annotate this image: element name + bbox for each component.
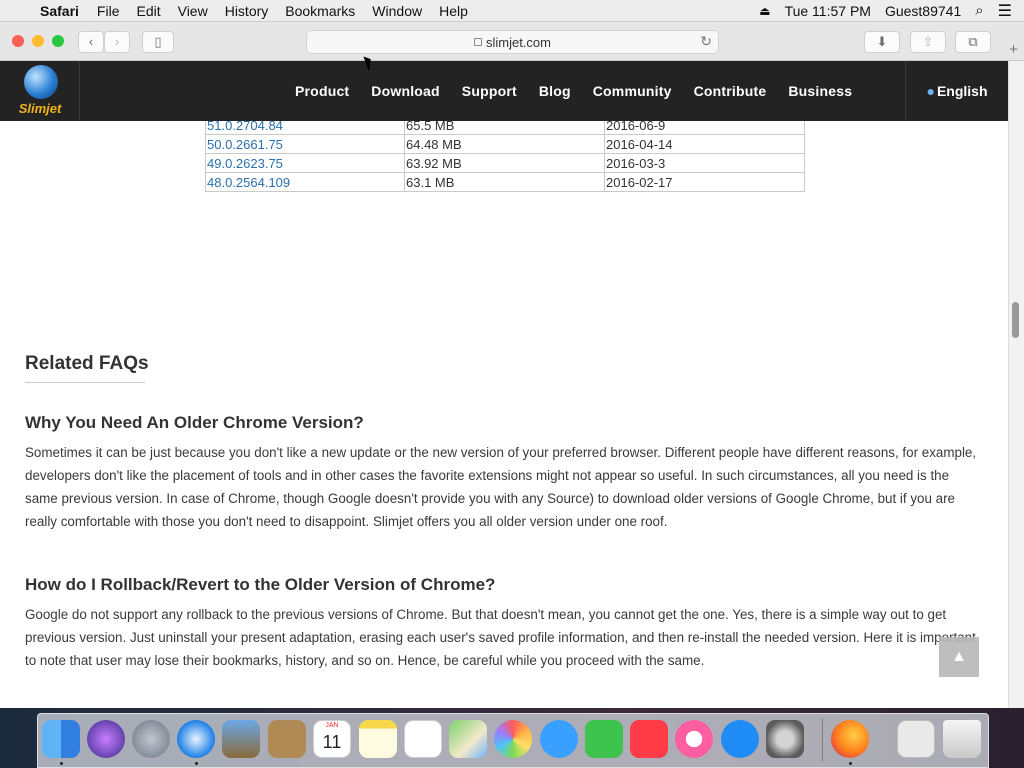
running-indicator	[60, 762, 63, 765]
address-bar-url: slimjet.com	[485, 34, 551, 50]
menu-view[interactable]: View	[178, 3, 208, 19]
trash-icon[interactable]	[943, 720, 981, 758]
nav-contribute[interactable]: Contribute	[694, 83, 767, 99]
siri-icon[interactable]	[87, 720, 125, 758]
table-row: 51.0.2704.84 65.5 MB 2016-06-9	[205, 121, 805, 135]
downloads-button[interactable]: ⬇	[864, 31, 900, 53]
running-indicator	[195, 762, 198, 765]
calendar-month: JAN	[325, 722, 339, 729]
chevron-up-icon: ▲	[951, 648, 967, 665]
nav-download[interactable]: Download	[371, 83, 439, 99]
faq-answer: Sometimes it can be just because you don…	[25, 445, 977, 529]
notification-center-icon[interactable]: ☰	[998, 1, 1012, 21]
preview-icon[interactable]	[222, 720, 260, 758]
nav-support[interactable]: Support	[462, 83, 517, 99]
site-header: Slimjet Product Download Support Blog Co…	[0, 61, 1008, 121]
forward-button[interactable]: ›	[104, 31, 130, 53]
version-size: 65.5 MB	[404, 121, 605, 135]
menu-help[interactable]: Help	[439, 3, 468, 19]
menu-extras: ⏏ Tue 11:57 PM Guest89741 ⌕ ☰	[759, 1, 1024, 21]
vertical-scrollbar[interactable]	[1008, 61, 1024, 708]
menu-bookmarks[interactable]: Bookmarks	[285, 3, 355, 19]
close-window-button[interactable]	[12, 35, 24, 47]
faq-heading: Related FAQs	[25, 353, 149, 374]
share-button[interactable]: ⇪	[910, 31, 946, 53]
calendar-icon[interactable]: JAN 11	[313, 720, 351, 758]
launchpad-icon[interactable]	[132, 720, 170, 758]
version-date: 2016-06-9	[604, 121, 805, 135]
contacts-icon[interactable]	[268, 720, 306, 758]
version-link[interactable]: 51.0.2704.84	[205, 121, 405, 135]
tab-overview-button[interactable]: ⧉	[955, 31, 991, 53]
version-size: 63.1 MB	[404, 172, 605, 192]
table-row: 48.0.2564.109 63.1 MB 2016-02-17	[205, 172, 805, 192]
system-preferences-icon[interactable]	[766, 720, 804, 758]
address-bar[interactable]: slimjet.com ↻	[306, 30, 719, 54]
messages-icon[interactable]	[540, 720, 578, 758]
menu-history[interactable]: History	[225, 3, 269, 19]
finder-icon[interactable]	[42, 720, 80, 758]
version-size: 64.48 MB	[404, 134, 605, 154]
music-icon[interactable]	[675, 720, 713, 758]
page-content: 51.0.2704.84 65.5 MB 2016-06-9 50.0.2661…	[0, 121, 1008, 708]
table-row: 49.0.2623.75 63.92 MB 2016-03-3	[205, 153, 805, 173]
language-selector[interactable]: ● English	[905, 61, 1008, 121]
reminders-icon[interactable]	[404, 720, 442, 758]
back-button[interactable]: ‹	[78, 31, 104, 53]
news-icon[interactable]	[630, 720, 668, 758]
new-tab-button[interactable]: +	[1003, 41, 1024, 59]
eject-icon[interactable]: ⏏	[759, 4, 770, 18]
version-size: 63.92 MB	[404, 153, 605, 173]
dock-separator	[822, 718, 823, 762]
version-date: 2016-03-3	[604, 153, 805, 173]
globe-icon: ●	[926, 83, 935, 99]
table-row: 50.0.2661.75 64.48 MB 2016-04-14	[205, 134, 805, 154]
macos-menu-bar: Safari File Edit View History Bookmarks …	[0, 0, 1024, 22]
menu-file[interactable]: File	[97, 3, 120, 19]
menu-window[interactable]: Window	[372, 3, 422, 19]
version-date: 2016-02-17	[604, 172, 805, 192]
safari-toolbar: ‹ › ▯ slimjet.com ↻ ⬇ ⇪ ⧉	[0, 22, 1024, 61]
menu-user[interactable]: Guest89741	[885, 3, 961, 19]
faq-answer: Google do not support any rollback to th…	[25, 607, 976, 668]
nav-business[interactable]: Business	[788, 83, 852, 99]
nav-blog[interactable]: Blog	[539, 83, 571, 99]
app-store-icon[interactable]	[721, 720, 759, 758]
logo-text: Slimjet	[18, 101, 62, 116]
zoom-window-button[interactable]	[52, 35, 64, 47]
firefox-icon[interactable]	[831, 720, 869, 758]
version-link[interactable]: 50.0.2661.75	[205, 134, 405, 154]
reload-icon[interactable]: ↻	[700, 33, 712, 50]
sidebar-toggle-button[interactable]: ▯	[142, 31, 174, 53]
scrollbar-thumb[interactable]	[1012, 302, 1019, 338]
nav-product[interactable]: Product	[295, 83, 349, 99]
spotlight-search-icon[interactable]: ⌕	[975, 2, 983, 19]
maps-icon[interactable]	[449, 720, 487, 758]
menu-edit[interactable]: Edit	[136, 3, 160, 19]
minimize-window-button[interactable]	[32, 35, 44, 47]
calendar-day: 11	[322, 732, 342, 752]
lock-icon	[473, 38, 482, 46]
notes-icon[interactable]	[359, 720, 397, 758]
version-date: 2016-04-14	[604, 134, 805, 154]
version-link[interactable]: 49.0.2623.75	[205, 153, 405, 173]
faq-question: How do I Rollback/Revert to the Older Ve…	[25, 575, 496, 594]
downloads-stack-icon[interactable]	[897, 720, 935, 758]
site-logo[interactable]: Slimjet	[0, 61, 80, 121]
version-link[interactable]: 48.0.2564.109	[205, 172, 405, 192]
safari-icon[interactable]	[177, 720, 215, 758]
globe-logo-icon	[24, 65, 58, 99]
language-label: English	[936, 83, 988, 99]
faq-heading-underline	[25, 382, 145, 383]
faq-question: Why You Need An Older Chrome Version?	[25, 413, 364, 432]
running-indicator	[849, 762, 852, 765]
menu-clock[interactable]: Tue 11:57 PM	[785, 3, 871, 19]
menu-app-name[interactable]: Safari	[40, 3, 79, 19]
nav-community[interactable]: Community	[593, 83, 672, 99]
versions-table: 51.0.2704.84 65.5 MB 2016-06-9 50.0.2661…	[205, 121, 805, 192]
facetime-icon[interactable]	[585, 720, 623, 758]
scroll-to-top-button[interactable]: ▲	[939, 637, 979, 677]
photos-icon[interactable]	[494, 720, 532, 758]
